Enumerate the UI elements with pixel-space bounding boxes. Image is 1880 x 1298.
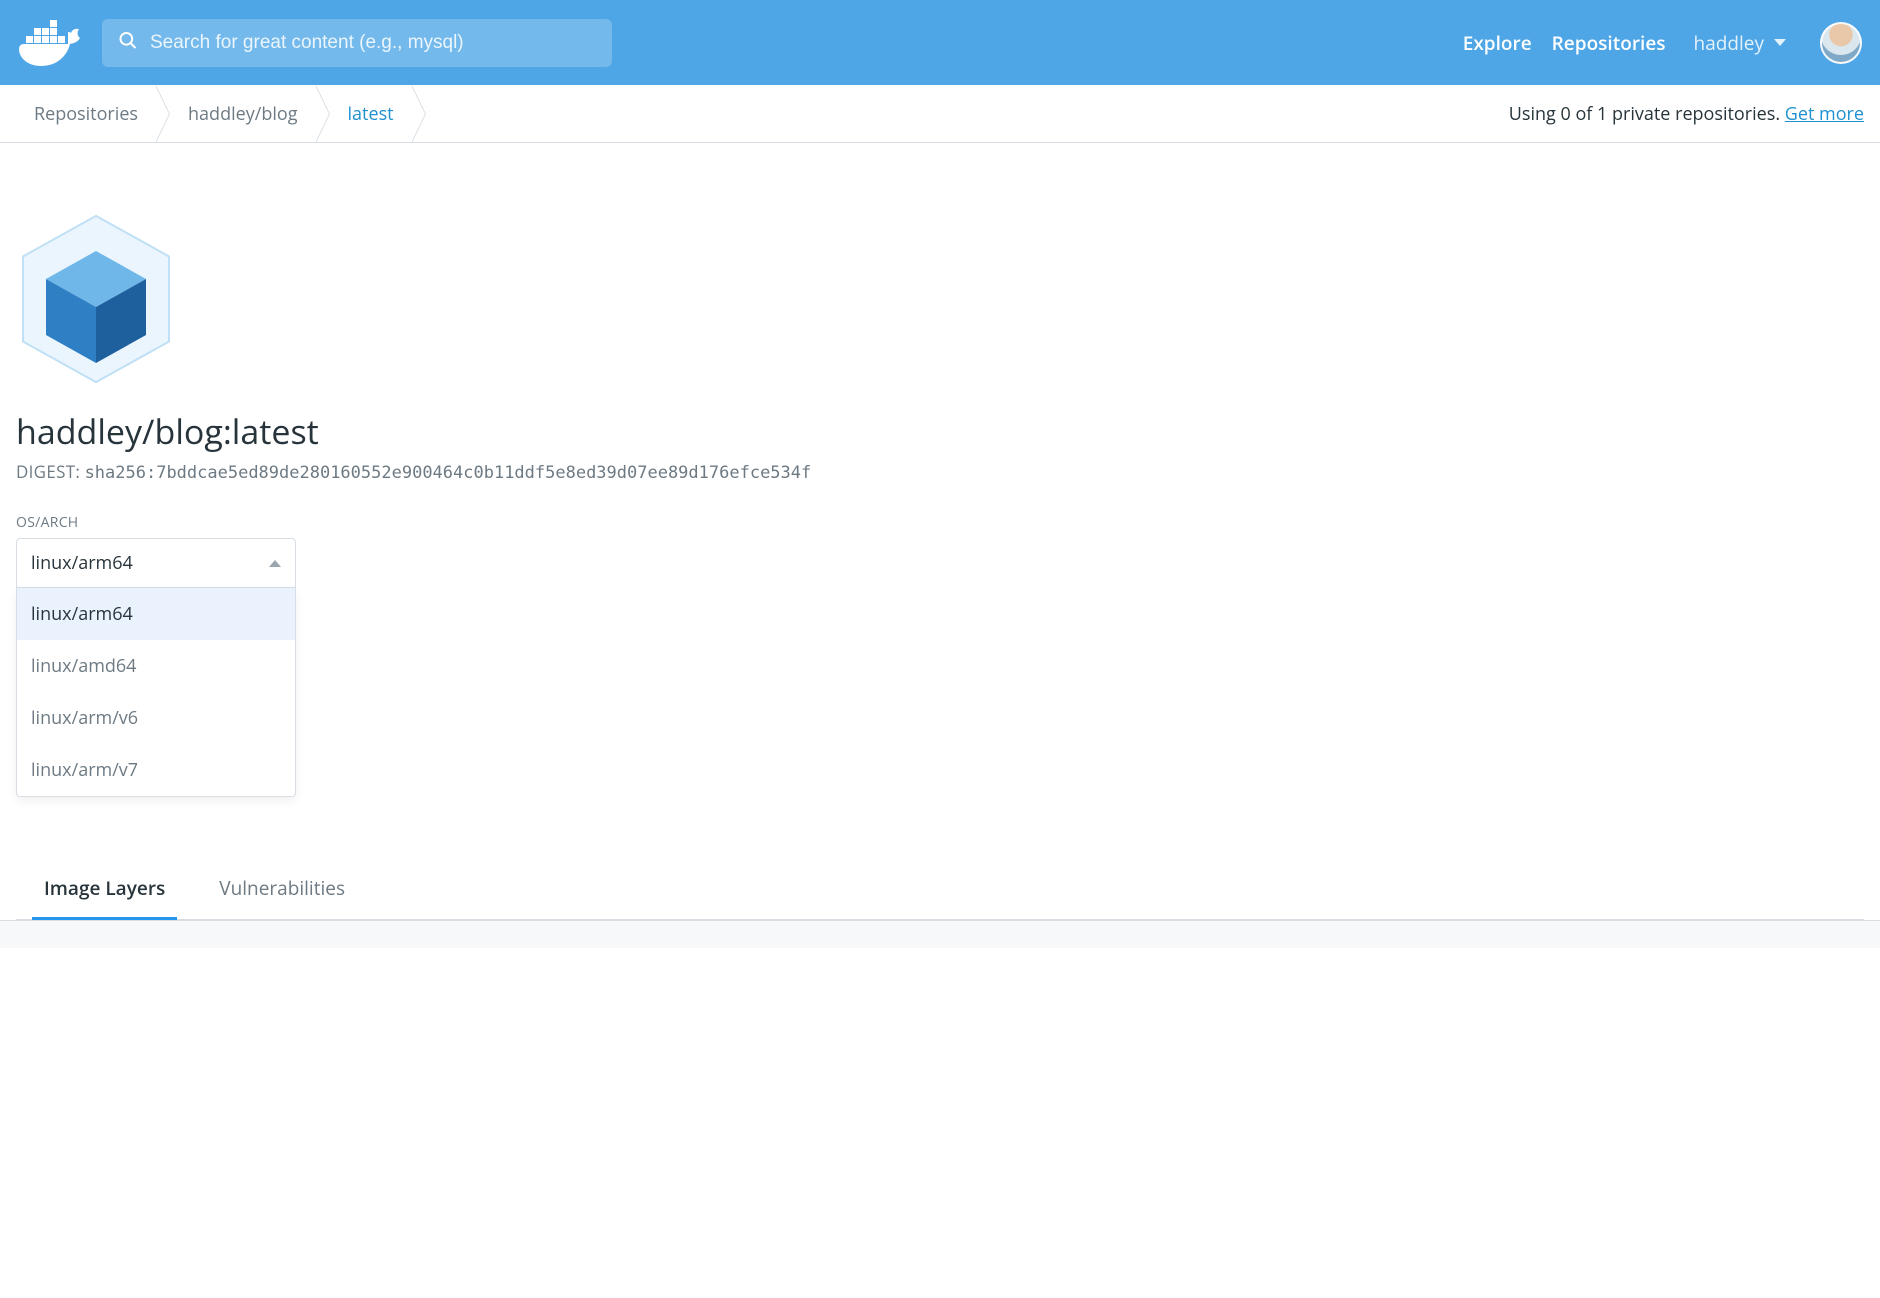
breadcrumb-separator-icon [412,85,426,143]
os-arch-select: OS/ARCH linux/arm64 linux/arm64 linux/am… [16,513,296,797]
os-arch-selected-value: linux/arm64 [31,551,133,575]
tab-vulnerabilities[interactable]: Vulnerabilities [219,861,345,919]
private-repo-text: Using 0 of 1 private repositories. [1509,102,1785,126]
breadcrumb-label: latest [348,102,394,126]
chevron-up-icon [269,560,281,567]
os-arch-dropdown: linux/arm64 linux/amd64 linux/arm/v6 lin… [16,588,296,797]
nav-explore[interactable]: Explore [1463,30,1532,56]
main-content: haddley/blog:latest DIGEST: sha256:7bddc… [0,143,1880,920]
digest-label: DIGEST: [16,460,80,483]
tab-image-layers[interactable]: Image Layers [44,861,165,919]
nav-repositories[interactable]: Repositories [1552,30,1666,56]
os-arch-option[interactable]: linux/arm/v6 [17,692,295,744]
os-arch-option[interactable]: linux/arm/v7 [17,744,295,796]
os-arch-option[interactable]: linux/amd64 [17,640,295,692]
private-repo-status: Using 0 of 1 private repositories. Get m… [1509,102,1864,126]
digest-row: DIGEST: sha256:7bddcae5ed89de280160552e9… [16,460,1864,483]
breadcrumb-label: Repositories [34,102,138,126]
page-title: haddley/blog:latest [16,408,1864,454]
content-panel [0,920,1880,948]
digest-value: sha256:7bddcae5ed89de280160552e900464c0b… [85,463,812,483]
get-more-link[interactable]: Get more [1785,102,1864,126]
breadcrumb-separator-icon [156,85,170,143]
breadcrumb-repositories[interactable]: Repositories [16,85,156,142]
top-header: Explore Repositories haddley [0,0,1880,85]
breadcrumb-repo[interactable]: haddley/blog [170,85,316,142]
os-arch-option[interactable]: linux/arm64 [17,588,295,640]
header-nav: Explore Repositories haddley [1463,22,1862,64]
search-icon [118,30,138,55]
repo-cube-icon [16,213,176,388]
user-menu[interactable]: haddley [1694,30,1786,56]
search-input[interactable] [102,19,612,67]
search-wrap [102,19,612,67]
breadcrumb-separator-icon [316,85,330,143]
docker-logo[interactable] [18,17,90,69]
avatar[interactable] [1820,22,1862,64]
os-arch-selectbox[interactable]: linux/arm64 [16,538,296,588]
chevron-down-icon [1774,39,1786,46]
breadcrumb-tag[interactable]: latest [330,85,412,142]
username-label: haddley [1694,30,1764,56]
breadcrumb-label: haddley/blog [188,102,298,126]
breadcrumb-bar: Repositories haddley/blog latest Using 0… [0,85,1880,143]
detail-tabs: Image Layers Vulnerabilities [16,861,1864,920]
os-arch-label: OS/ARCH [16,513,296,532]
